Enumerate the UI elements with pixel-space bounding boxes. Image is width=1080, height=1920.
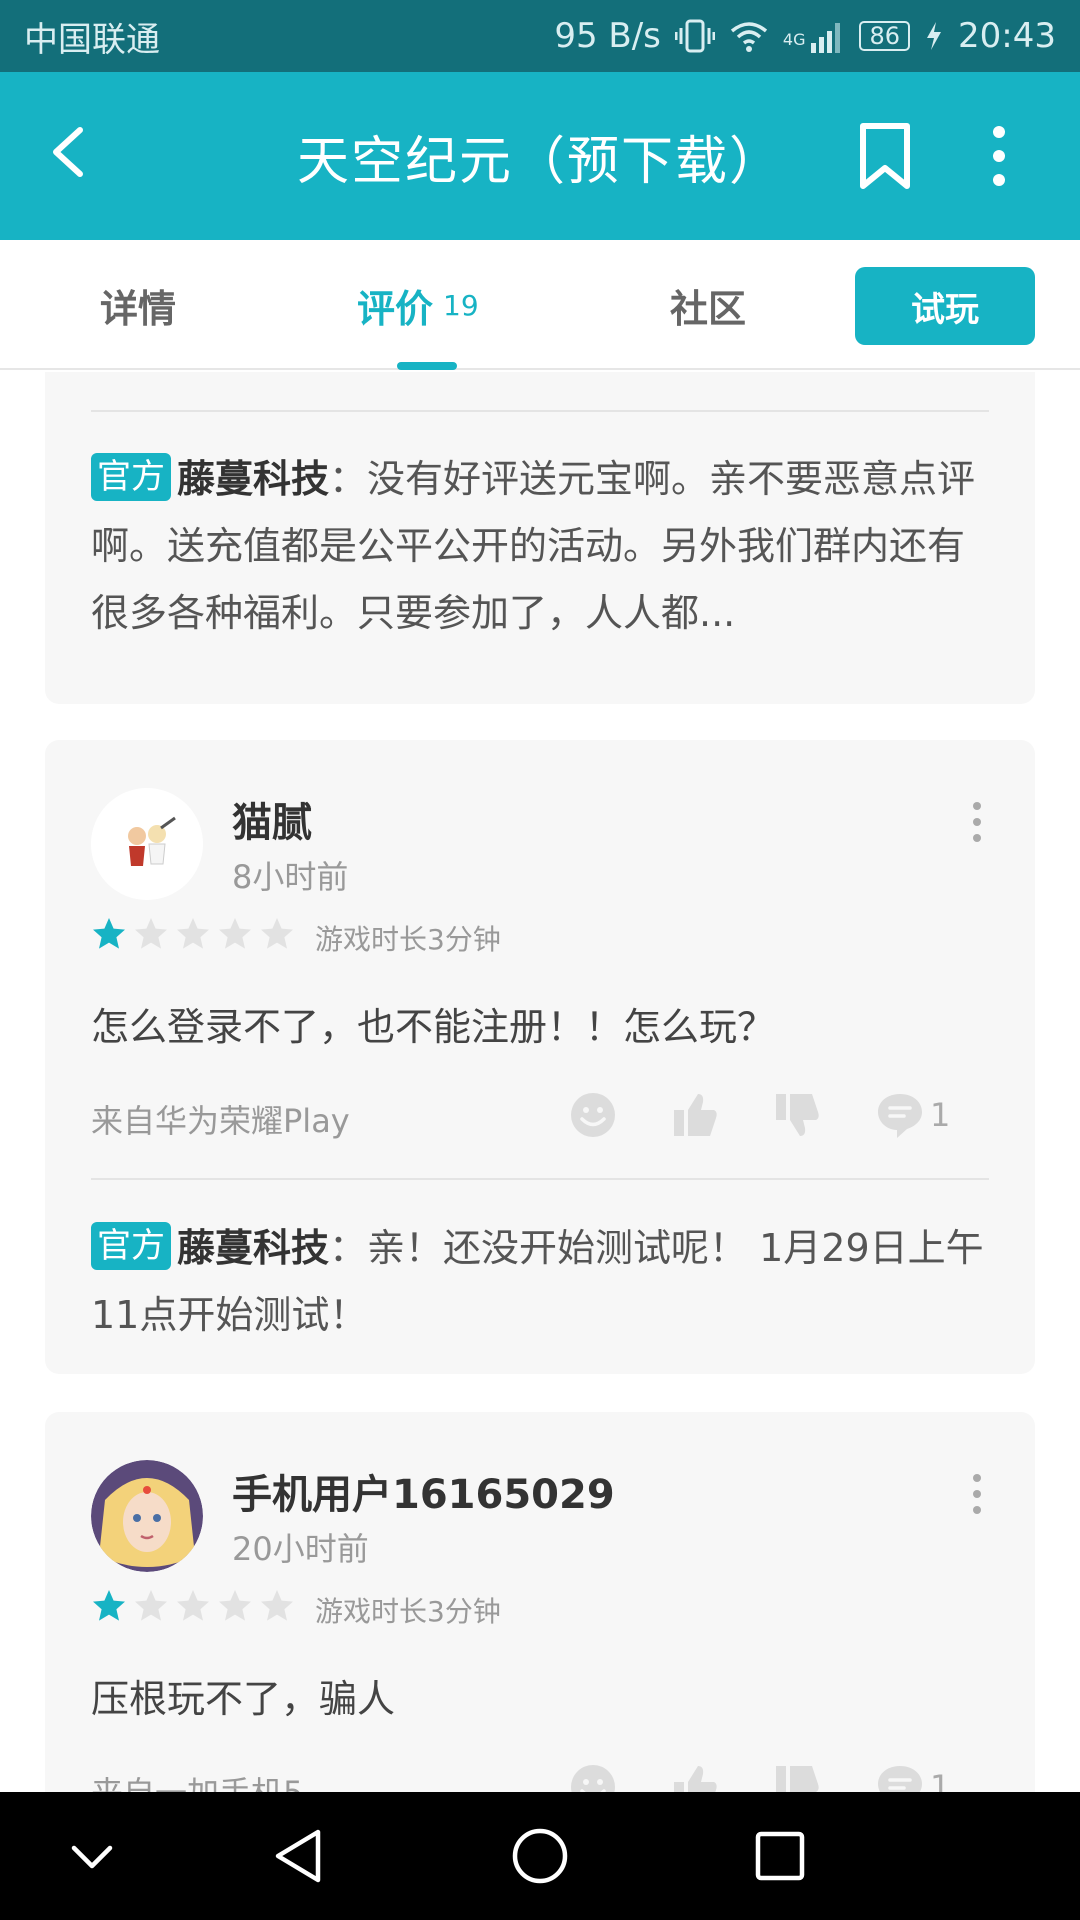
vibrate-icon — [674, 19, 715, 53]
avatar[interactable] — [91, 788, 203, 900]
star-empty-icon — [261, 918, 293, 949]
clock: 20:43 — [958, 16, 1056, 56]
review-text: 压根玩不了，骗人 — [91, 1677, 396, 1721]
cartoon-avatar-image — [91, 788, 203, 900]
star-filled-icon — [93, 1590, 125, 1621]
review-text: 怎么登录不了，也不能注册！！怎么玩？ — [91, 1005, 776, 1049]
thumbs-up-icon[interactable] — [670, 1090, 720, 1140]
star-empty-icon — [261, 1590, 293, 1621]
official-badge: 官方 — [91, 453, 171, 501]
smiley-icon[interactable] — [568, 1762, 618, 1792]
trial-button[interactable]: 试玩 — [855, 267, 1035, 345]
play-time: 游戏时长3分钟 — [315, 923, 501, 956]
review-list[interactable]: 官方 藤蔓科技：没有好评送元宝啊。亲不要恶意点评啊。送充值都是公平公开的活动。另外… — [0, 372, 1080, 1792]
home-circle-icon[interactable] — [508, 1824, 572, 1888]
review-source: 来自一加手机5 — [91, 1768, 303, 1792]
star-empty-icon — [135, 1590, 167, 1621]
battery-level: 86 — [859, 21, 911, 51]
reply-author: 藤蔓科技 — [177, 457, 330, 501]
recent-apps-square-icon[interactable] — [748, 1824, 812, 1888]
review-card: 手机用户16165029 20小时前 游戏时长3分钟 压根玩不了，骗人 来自一加… — [45, 1412, 1035, 1792]
divider — [91, 1178, 989, 1180]
star-empty-icon — [177, 918, 209, 949]
thumbs-up-icon[interactable] — [670, 1762, 720, 1792]
reply-author: 藤蔓科技 — [177, 1226, 330, 1270]
tab-detail[interactable]: 详情 — [100, 240, 176, 370]
tab-community[interactable]: 社区 — [670, 240, 746, 370]
smiley-icon[interactable] — [568, 1090, 618, 1140]
star-rating — [91, 916, 295, 952]
system-navigation-bar — [0, 1792, 1080, 1920]
official-reply[interactable]: 官方 藤蔓科技：没有好评送元宝啊。亲不要恶意点评啊。送充值都是公平公开的活动。另外… — [91, 446, 991, 647]
username[interactable]: 手机用户16165029 — [232, 1462, 615, 1520]
more-options-icon[interactable] — [975, 122, 1023, 192]
active-tab-indicator — [397, 362, 457, 370]
play-time: 游戏时长3分钟 — [315, 1595, 501, 1628]
star-empty-icon — [219, 1590, 251, 1621]
review-card: 官方 藤蔓科技：没有好评送元宝啊。亲不要恶意点评啊。送充值都是公平公开的活动。另外… — [45, 372, 1035, 704]
charging-icon — [927, 22, 942, 50]
tab-bar: 详情 评价 19 社区 试玩 — [0, 240, 1080, 370]
divider — [91, 410, 989, 412]
avatar[interactable] — [91, 1460, 203, 1572]
tab-community-label: 社区 — [670, 286, 747, 331]
network-speed: 95 B/s — [554, 16, 661, 56]
tab-detail-label: 详情 — [100, 286, 177, 331]
review-card: 猫腻 8小时前 游戏时长3分钟 怎么登录不了，也不能注册！！怎么玩？ 来自华为荣… — [45, 740, 1035, 1374]
status-icons: 95 B/s 4G 86 20:43 — [554, 16, 1056, 56]
anime-avatar-image — [91, 1460, 203, 1572]
back-triangle-icon[interactable] — [268, 1824, 332, 1888]
wifi-icon — [730, 22, 768, 52]
comment-icon[interactable] — [875, 1762, 925, 1792]
status-bar: 中国联通 95 B/s 4G 86 20:43 — [0, 0, 1080, 72]
star-filled-icon — [93, 918, 125, 949]
more-vertical-icon[interactable] — [965, 800, 989, 850]
star-rating — [91, 1588, 295, 1624]
thumbs-down-icon[interactable] — [772, 1762, 822, 1792]
signal-icon — [811, 23, 841, 53]
back-arrow-icon[interactable] — [40, 122, 100, 182]
more-vertical-icon[interactable] — [965, 1472, 989, 1522]
tab-review-label: 评价 — [357, 286, 434, 331]
official-reply[interactable]: 官方 藤蔓科技：亲！还没开始测试呢！ 1月29日上午11点开始测试！ — [91, 1215, 991, 1349]
review-time: 20小时前 — [232, 1530, 369, 1568]
star-empty-icon — [135, 918, 167, 949]
network-type-label: 4G — [782, 30, 806, 49]
bookmark-icon[interactable] — [855, 122, 915, 192]
username[interactable]: 猫腻 — [232, 790, 312, 848]
thumbs-down-icon[interactable] — [772, 1090, 822, 1140]
star-empty-icon — [219, 918, 251, 949]
carrier-label: 中国联通 — [24, 19, 160, 60]
star-empty-icon — [177, 1590, 209, 1621]
comment-icon[interactable] — [875, 1090, 925, 1140]
comment-count: 1 — [930, 1096, 951, 1134]
review-time: 8小时前 — [232, 858, 349, 896]
comment-count: 1 — [930, 1768, 951, 1792]
tab-review[interactable]: 评价 19 — [357, 240, 479, 370]
review-source: 来自华为荣耀Play — [91, 1102, 350, 1140]
review-count-badge: 19 — [443, 288, 479, 322]
app-header: 天空纪元（预下载） — [0, 72, 1080, 240]
hide-keyboard-chevron-icon[interactable] — [60, 1824, 124, 1888]
official-badge: 官方 — [91, 1222, 171, 1270]
page-title: 天空纪元（预下载） — [296, 131, 783, 192]
